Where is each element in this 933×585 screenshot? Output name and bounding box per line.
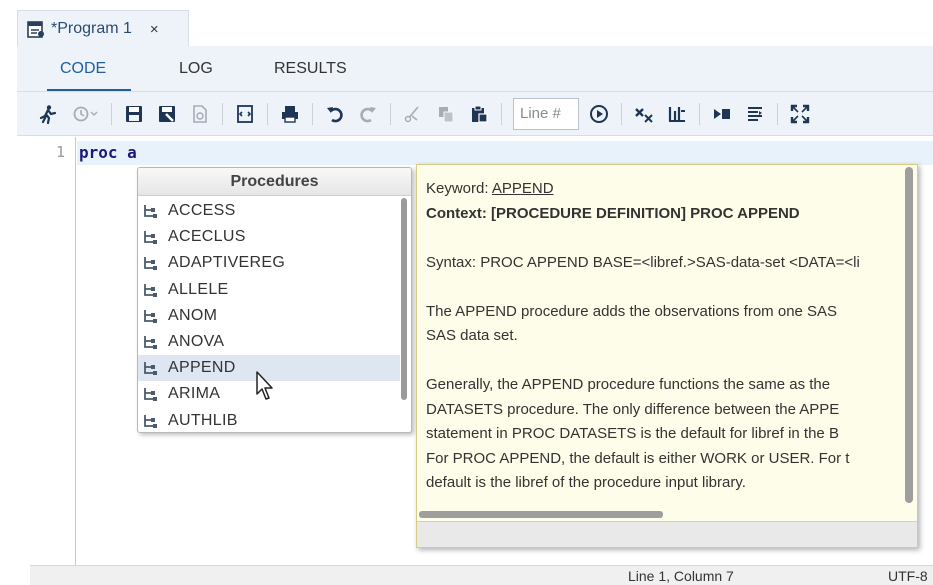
help-general-line: Generally, the APPEND procedure function…: [426, 376, 831, 393]
toolbar-divider: [111, 102, 112, 125]
maximize-icon[interactable]: [789, 103, 811, 125]
toolbar-divider: [222, 102, 223, 125]
encoding-label: UTF-8: [888, 568, 928, 584]
history-icon[interactable]: [70, 103, 100, 125]
help-general-line: default is the libref of the procedure i…: [426, 474, 746, 491]
help-context: Context: [PROCEDURE DEFINITION] PROC APP…: [426, 204, 800, 222]
active-tab-indicator: [47, 89, 131, 91]
close-icon[interactable]: ×: [150, 21, 159, 38]
procedure-item[interactable]: ADAPTIVEREG: [138, 250, 400, 276]
clear-icon[interactable]: [633, 103, 655, 125]
current-line-highlight: [77, 141, 933, 165]
line-gutter: 1: [17, 137, 76, 565]
options-icon[interactable]: [744, 103, 766, 125]
toolbar-divider: [699, 102, 700, 125]
procedure-icon: [142, 255, 158, 271]
run-icon[interactable]: [37, 103, 59, 125]
procedure-icon: [142, 203, 158, 219]
tab-results[interactable]: RESULTS: [274, 60, 347, 78]
procedure-icon: [142, 308, 158, 324]
procedure-item[interactable]: ALLELE: [138, 277, 400, 303]
view-tabs: CODE LOG RESULTS: [17, 46, 933, 92]
procedure-icon: [142, 334, 158, 350]
undo-icon[interactable]: [324, 103, 346, 125]
export-icon[interactable]: [189, 103, 211, 125]
autocomplete-header: Procedures: [138, 168, 411, 196]
keyword-link[interactable]: APPEND: [492, 180, 554, 197]
tab-code[interactable]: CODE: [60, 60, 106, 78]
sas-program-icon: [26, 19, 46, 39]
go-to-line-icon[interactable]: [588, 103, 610, 125]
redo-icon[interactable]: [357, 103, 379, 125]
toolbar-divider: [390, 102, 391, 125]
help-description-line: SAS data set.: [426, 327, 518, 344]
line-number: 1: [55, 143, 65, 161]
document-tab-bar: *Program 1 ×: [0, 0, 933, 47]
tab-log[interactable]: LOG: [179, 60, 213, 78]
save-icon[interactable]: [123, 103, 145, 125]
toolbar-divider: [777, 102, 778, 125]
format-icon[interactable]: [666, 103, 688, 125]
procedure-icon: [142, 282, 158, 298]
toolbar-divider: [501, 102, 502, 125]
generate-code-icon[interactable]: [234, 103, 256, 125]
toolbar-divider: [312, 102, 313, 125]
program-tab-title: *Program 1: [51, 20, 132, 37]
help-footer: [417, 521, 917, 547]
toolbar-divider: [267, 102, 268, 125]
procedure-icon: [142, 413, 158, 429]
help-general-line: statement in PROC DATASETS is the defaul…: [426, 425, 839, 442]
autocomplete-scrollbar[interactable]: [401, 198, 407, 400]
procedure-icon: [142, 386, 158, 402]
help-general-line: For PROC APPEND, the default is either W…: [426, 449, 850, 467]
help-syntax: Syntax: PROC APPEND BASE=<libref.>SAS-da…: [426, 253, 860, 271]
cursor-position: Line 1, Column 7: [628, 568, 734, 584]
snippet-icon[interactable]: [711, 103, 733, 125]
help-tooltip: Keyword: APPEND Context: [PROCEDURE DEFI…: [416, 164, 918, 548]
save-as-icon[interactable]: [156, 103, 178, 125]
cut-icon[interactable]: [402, 103, 424, 125]
print-icon[interactable]: [279, 103, 301, 125]
toolbar-divider: [621, 102, 622, 125]
procedure-item[interactable]: ACCESS: [138, 198, 400, 224]
help-general-line: DATASETS procedure. The only difference …: [426, 400, 840, 418]
procedure-icon: [142, 229, 158, 245]
keyword-label: Keyword:: [426, 180, 489, 197]
help-horizontal-scrollbar[interactable]: [419, 511, 663, 518]
procedure-item[interactable]: AUTHLIB: [138, 408, 400, 433]
program-tab[interactable]: *Program 1 ×: [17, 10, 189, 47]
help-vertical-scrollbar[interactable]: [905, 167, 913, 503]
procedure-item[interactable]: ANOVA: [138, 329, 400, 355]
copy-icon[interactable]: [435, 103, 457, 125]
mouse-pointer-icon: [256, 371, 273, 400]
procedure-item[interactable]: ACECLUS: [138, 224, 400, 250]
editor-toolbar: [17, 92, 933, 136]
procedure-item[interactable]: ANOM: [138, 303, 400, 329]
help-content: Keyword: APPEND Context: [PROCEDURE DEFI…: [426, 177, 906, 496]
code-line[interactable]: proc a: [79, 143, 137, 162]
procedure-icon: [142, 360, 158, 376]
paste-icon[interactable]: [468, 103, 490, 125]
status-bar: Line 1, Column 7 UTF-8: [30, 565, 933, 585]
line-number-input[interactable]: [513, 97, 579, 130]
help-description-line: The APPEND procedure adds the observatio…: [426, 302, 838, 320]
